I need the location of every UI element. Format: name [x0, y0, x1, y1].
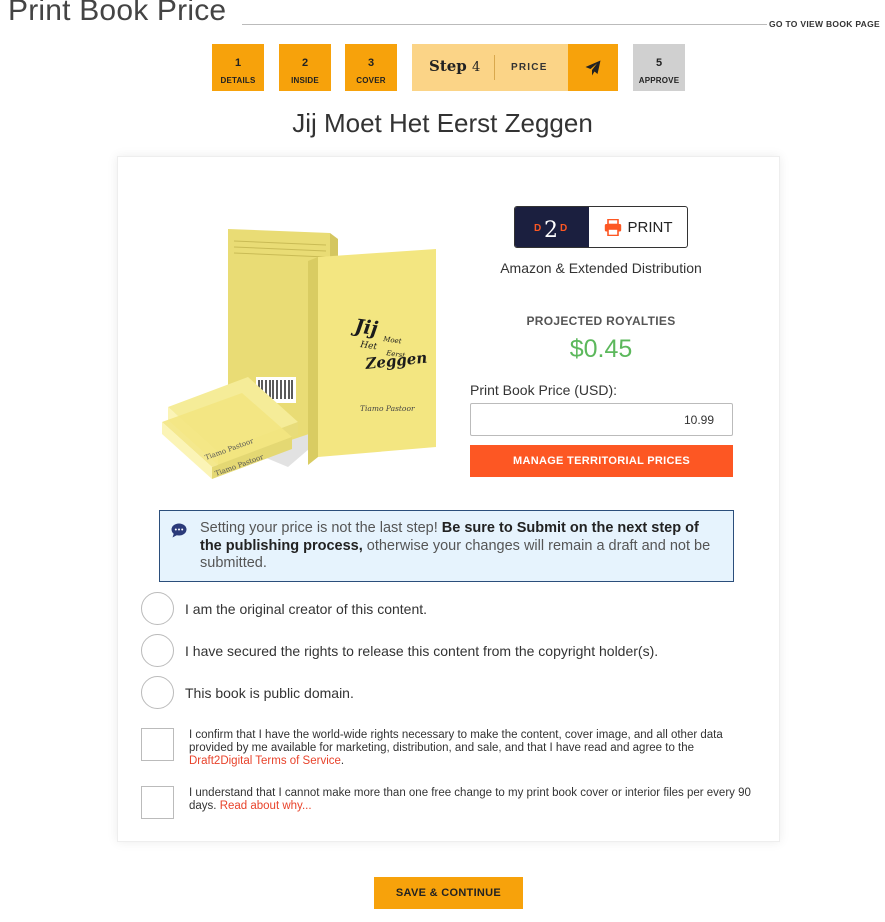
confirm-rights-end: . — [340, 755, 345, 767]
terms-of-service-link[interactable]: Draft2Digital Terms of Service — [189, 755, 341, 767]
radio-button[interactable] — [141, 634, 174, 667]
confirm-rights-label: I confirm that I have the world-wide rig… — [189, 729, 723, 754]
d2d-logo-icon: D 2 D — [515, 207, 589, 247]
radio-button[interactable] — [141, 592, 174, 625]
radio-button[interactable] — [141, 676, 174, 709]
notice-text: Setting your price is not the last step! — [200, 520, 442, 536]
step-approve[interactable]: 5 APPROVE — [633, 44, 685, 91]
book-title: Jij Moet Het Eerst Zeggen — [292, 108, 593, 138]
book-mockup-image: Tiamo Pastoor Tiamo Pastoor Jij Moet Het… — [158, 227, 448, 497]
radio-label: I have secured the rights to release thi… — [185, 642, 659, 659]
confirm-rights-text: I confirm that I have the world-wide rig… — [189, 729, 759, 768]
confirm-rights-checkbox[interactable] — [141, 728, 174, 761]
svg-text:D: D — [560, 223, 567, 234]
print-format-label: PRINT — [589, 207, 687, 247]
confirm-change-limit-text: I understand that I cannot make more tha… — [189, 787, 759, 813]
step-label: APPROVE — [638, 76, 680, 85]
print-label: PRINT — [627, 218, 673, 236]
price-input[interactable] — [470, 403, 733, 436]
step-cover[interactable]: 3 COVER — [345, 44, 397, 91]
rights-option-secured-rights[interactable]: I have secured the rights to release thi… — [141, 634, 658, 667]
paper-plane-icon[interactable] — [568, 44, 618, 91]
chat-bubble-icon — [171, 523, 187, 544]
svg-text:D: D — [534, 223, 541, 234]
step-number: 3 — [367, 57, 375, 69]
radio-label: I am the original creator of this conten… — [185, 600, 428, 617]
svg-text:2: 2 — [544, 218, 558, 240]
rights-option-public-domain[interactable]: This book is public domain. — [141, 676, 354, 709]
cover-author-text: Tiamo Pastoor — [360, 404, 415, 413]
step-label: INSIDE — [291, 76, 319, 85]
confirm-change-limit-checkbox[interactable] — [141, 786, 174, 819]
d2d-print-badge: D 2 D PRINT — [514, 206, 688, 248]
distribution-channel: Amazon & Extended Distribution — [500, 260, 702, 276]
step-label: DETAILS — [220, 76, 256, 85]
page: Print Book Price GO TO VIEW BOOK PAGE 1 … — [0, 0, 885, 922]
step-word: Step — [429, 57, 467, 75]
royalties-label: PROJECTED ROYALTIES — [526, 314, 676, 328]
step-number: 4 — [472, 60, 481, 75]
step-number: 2 — [301, 57, 309, 69]
step-divider — [494, 55, 495, 80]
save-continue-button[interactable]: SAVE & CONTINUE — [374, 877, 523, 909]
step-price-active[interactable]: Step 4 PRICE — [412, 44, 618, 91]
price-label: Print Book Price (USD): — [470, 382, 618, 398]
printer-icon — [604, 218, 621, 236]
step-number: 5 — [655, 57, 663, 69]
page-title: Print Book Price — [8, 0, 227, 27]
price-card: Tiamo Pastoor Tiamo Pastoor Jij Moet Het… — [117, 156, 780, 842]
radio-label: This book is public domain. — [185, 684, 354, 701]
view-book-page-link[interactable]: GO TO VIEW BOOK PAGE — [769, 19, 880, 29]
step-number: 1 — [234, 57, 242, 69]
manage-territorial-prices-button[interactable]: MANAGE TERRITORIAL PRICES — [470, 445, 733, 477]
step-details[interactable]: 1 DETAILS — [212, 44, 264, 91]
header-divider — [242, 24, 767, 25]
rights-option-original-creator[interactable]: I am the original creator of this conten… — [141, 592, 427, 625]
step-label: PRICE — [511, 62, 548, 73]
submit-reminder-notice: Setting your price is not the last step!… — [159, 510, 734, 582]
step-label: COVER — [356, 76, 386, 85]
step-name: Step 4 — [429, 57, 480, 75]
royalties-value: $0.45 — [569, 335, 633, 363]
read-about-why-link[interactable]: Read about why... — [220, 800, 312, 812]
step-inside[interactable]: 2 INSIDE — [279, 44, 331, 91]
